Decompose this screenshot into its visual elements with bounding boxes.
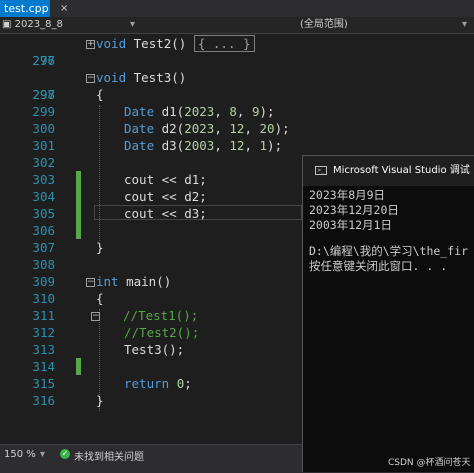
console-output-line: 按任意键关闭此窗口. . . [309, 259, 448, 273]
line-number: 308 [32, 257, 55, 272]
zoom-level[interactable]: 150 % [4, 449, 36, 460]
code-text: { [96, 291, 104, 306]
code-line: 299 Date d1(2023, 8, 9); [0, 103, 474, 120]
check-icon: ✓ [60, 449, 70, 459]
function-name: Test2() [133, 36, 187, 51]
collapsed-block[interactable]: { ... } [193, 35, 255, 52]
project-scope-label: 2023_8_8 [14, 19, 63, 30]
line-number: 298 [32, 87, 55, 102]
line-number: 299 [32, 104, 55, 119]
change-marker [76, 188, 81, 205]
console-title: Microsoft Visual Studio 调试 [333, 165, 470, 176]
line-number: 311 [32, 308, 55, 323]
code-text: Test3(); [124, 342, 185, 357]
terminal-icon: >_ [315, 166, 327, 175]
change-marker [76, 205, 81, 222]
line-number: 296 [32, 53, 55, 68]
chevron-down-icon[interactable]: ▾ [130, 17, 135, 33]
code-line: 298 { [0, 86, 474, 103]
line-number: 307 [32, 240, 55, 255]
line-number: 312 [32, 325, 55, 340]
collapse-icon[interactable]: − [86, 74, 95, 83]
line-number: 301 [32, 138, 55, 153]
console-output-line: 2003年12月1日 [309, 218, 392, 232]
chevron-down-icon[interactable]: ▾ [40, 449, 45, 460]
line-number: 305 [32, 206, 55, 221]
line-number: 316 [32, 393, 55, 408]
issues-status[interactable]: 未找到相关问题 [74, 448, 144, 463]
line-number: 304 [32, 189, 55, 204]
code-text: cout << d3; [124, 206, 207, 221]
tab-label: test.cpp [4, 2, 49, 15]
line-number: 302 [32, 155, 55, 170]
code-text: } [96, 393, 104, 408]
collapse-icon[interactable]: − [86, 278, 95, 287]
member-scope-dropdown[interactable]: (全局范围) [300, 17, 348, 33]
code-text: cout << d2; [124, 189, 207, 204]
line-number: 313 [32, 342, 55, 357]
line-number: 306 [32, 223, 55, 238]
line-number: 303 [32, 172, 55, 187]
project-scope-dropdown[interactable]: ▣ 2023_8_8 [2, 17, 63, 33]
chevron-down-icon[interactable]: ▾ [462, 17, 467, 33]
change-marker [76, 358, 81, 375]
console-output-line: 2023年12月20日 [309, 203, 399, 217]
line-number: 315 [32, 376, 55, 391]
change-marker [76, 222, 81, 239]
navigation-bar: ▣ 2023_8_8 ▾ (全局范围) ▾ [0, 17, 474, 34]
line-number: 310 [32, 291, 55, 306]
code-text: { [96, 87, 104, 102]
code-text: } [96, 240, 104, 255]
member-scope-label: (全局范围) [300, 19, 348, 30]
tab-test-cpp[interactable]: test.cpp [0, 0, 50, 17]
comment: //Test2(); [124, 325, 200, 340]
debug-console-window[interactable]: >_ Microsoft Visual Studio 调试 2023年8月9日 … [302, 155, 474, 472]
code-line: 301 Date d3(2003, 12, 1); [0, 137, 474, 154]
change-marker [76, 171, 81, 188]
collapse-icon[interactable]: − [91, 312, 100, 321]
line-number: 309 [32, 274, 55, 289]
line-number: 300 [32, 121, 55, 136]
comment: //Test1(); [123, 308, 199, 323]
watermark: CSDN @杯酒问苍天 [388, 458, 471, 468]
console-output-line: 2023年8月9日 [309, 188, 386, 202]
code-line: 297 −void Test3() [0, 69, 474, 102]
code-text: cout << d1; [124, 172, 207, 187]
line-number: 314 [32, 359, 55, 374]
keyword-void: void [96, 70, 127, 85]
console-output-line: D:\编程\我的\学习\the_fir [309, 244, 469, 258]
expand-icon[interactable]: + [86, 40, 95, 49]
code-line: 300 Date d2(2023, 12, 20); [0, 120, 474, 137]
code-line: 296 [0, 52, 474, 69]
tab-bar: test.cpp × [0, 0, 474, 17]
console-title-bar[interactable]: >_ Microsoft Visual Studio 调试 [303, 156, 474, 186]
keyword-void: void [96, 36, 127, 51]
code-line: 277 +void Test2() { ... } [0, 35, 474, 68]
close-tab-icon[interactable]: × [60, 0, 68, 17]
